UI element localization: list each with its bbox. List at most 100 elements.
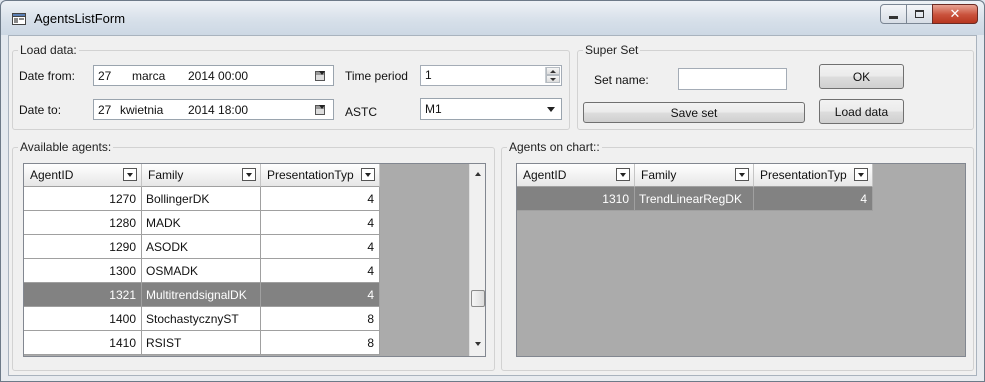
date-from-dropdown[interactable] — [309, 68, 331, 83]
date-from-year-time: 2014 00:00 — [188, 69, 249, 83]
time-period-value: 1 — [425, 68, 432, 82]
agent-id-cell: 1410 — [24, 331, 142, 355]
spin-up-button[interactable] — [546, 67, 560, 75]
title-bar[interactable]: AgentsListForm ✕ — [1, 1, 984, 35]
agents-on-chart-grid[interactable]: AgentID Family PresentationTyp 1310 Tren… — [516, 163, 966, 357]
agent-id-cell: 1270 — [24, 187, 142, 211]
agents-on-chart-group: Agents on chart:: AgentID Family Present… — [501, 140, 974, 371]
filter-dropdown-icon[interactable] — [123, 168, 137, 181]
column-header-family[interactable]: Family — [635, 164, 754, 187]
date-from-day: 27 — [98, 69, 112, 83]
agents-on-chart-group-title: Agents on chart:: — [507, 140, 602, 154]
available-agents-scrollbar[interactable] — [469, 164, 485, 356]
astc-select[interactable]: M1 — [420, 98, 562, 120]
astc-label: ASTC — [345, 105, 378, 119]
chevron-down-icon — [318, 105, 325, 109]
column-header-agentid[interactable]: AgentID — [24, 164, 142, 187]
load-data-group-title: Load data: — [18, 43, 79, 57]
chevron-down-icon — [318, 71, 325, 75]
filter-dropdown-icon[interactable] — [361, 168, 375, 181]
table-row-selected[interactable]: 1310 TrendLinearRegDK 4 — [517, 187, 873, 211]
presentation-type-cell: 4 — [261, 259, 380, 283]
date-to-label: Date to: — [19, 103, 62, 117]
agents-list-window: AgentsListForm ✕ Load data: Date from: 2… — [0, 0, 985, 382]
presentation-type-cell: 4 — [261, 187, 380, 211]
arrow-up-icon — [550, 69, 556, 73]
set-name-label: Set name: — [594, 73, 649, 87]
available-agents-group-title: Available agents: — [18, 140, 114, 154]
column-header-label: AgentID — [30, 168, 74, 182]
filter-dropdown-icon[interactable] — [854, 168, 868, 181]
family-cell: TrendLinearRegDK — [635, 187, 754, 211]
date-from-picker[interactable]: 27 marca 2014 00:00 — [93, 65, 334, 86]
family-cell: RSIST — [142, 331, 261, 355]
agent-id-cell: 1300 — [24, 259, 142, 283]
date-to-dropdown[interactable] — [309, 102, 331, 117]
spin-down-button[interactable] — [546, 75, 560, 83]
table-row[interactable]: 1280 MADK 4 — [24, 211, 380, 235]
column-header-presentationtype[interactable]: PresentationTyp — [261, 164, 380, 187]
date-from-label: Date from: — [19, 69, 76, 83]
time-period-spin[interactable] — [545, 67, 560, 83]
date-to-month: kwietnia — [120, 103, 164, 117]
agent-id-cell: 1280 — [24, 211, 142, 235]
agent-id-cell: 1400 — [24, 307, 142, 331]
load-data-group: Load data: Date from: 27 marca 2014 00:0… — [12, 43, 570, 130]
super-set-group-title: Super Set — [583, 43, 641, 57]
table-row[interactable]: 1300 OSMADK 4 — [24, 259, 380, 283]
column-header-family[interactable]: Family — [142, 164, 261, 187]
filter-dropdown-icon[interactable] — [616, 168, 630, 181]
close-icon: ✕ — [949, 6, 961, 21]
column-header-presentationtype[interactable]: PresentationTyp — [754, 164, 873, 187]
available-agents-header: AgentID Family PresentationTyp — [24, 164, 380, 187]
close-button[interactable]: ✕ — [932, 4, 978, 24]
scroll-up-icon[interactable] — [475, 172, 481, 176]
presentation-type-cell: 4 — [261, 235, 380, 259]
date-to-day: 27 — [98, 103, 112, 117]
family-cell: MultitrendsignalDK — [142, 283, 261, 307]
column-header-agentid[interactable]: AgentID — [517, 164, 635, 187]
save-set-button[interactable]: Save set — [583, 102, 805, 123]
scroll-thumb[interactable] — [471, 290, 485, 307]
agents-on-chart-header: AgentID Family PresentationTyp — [517, 164, 873, 187]
astc-value: M1 — [425, 102, 442, 116]
date-to-year-time: 2014 18:00 — [188, 103, 249, 117]
family-cell: BollingerDK — [142, 187, 261, 211]
table-row-selected[interactable]: 1321 MultitrendsignalDK 4 — [24, 283, 380, 307]
presentation-type-cell: 4 — [754, 187, 873, 211]
table-row[interactable]: 1400 StochastycznyST 8 — [24, 307, 380, 331]
filter-dropdown-icon[interactable] — [242, 168, 256, 181]
set-name-input[interactable] — [678, 68, 787, 90]
agent-id-cell: 1321 — [24, 283, 142, 307]
family-cell: MADK — [142, 211, 261, 235]
ok-button[interactable]: OK — [819, 64, 904, 89]
time-period-label: Time period — [345, 69, 408, 83]
maximize-button[interactable] — [906, 4, 933, 24]
date-from-month: marca — [132, 69, 166, 83]
form-client-area: Load data: Date from: 27 marca 2014 00:0… — [8, 35, 977, 376]
available-agents-group: Available agents: AgentID Family Present… — [12, 140, 495, 371]
table-row[interactable]: 1410 RSIST 8 — [24, 331, 380, 355]
load-data-button[interactable]: Load data — [819, 99, 904, 124]
filter-dropdown-icon[interactable] — [735, 168, 749, 181]
column-header-label: PresentationTyp — [267, 168, 354, 182]
table-row[interactable]: 1290 ASODK 4 — [24, 235, 380, 259]
super-set-group: Super Set Set name: Save set OK Load dat… — [577, 43, 974, 130]
family-cell: StochastycznyST — [142, 307, 261, 331]
minimize-icon — [889, 15, 898, 19]
presentation-type-cell: 8 — [261, 307, 380, 331]
presentation-type-cell: 4 — [261, 211, 380, 235]
column-header-label: Family — [641, 168, 677, 182]
window-title: AgentsListForm — [34, 11, 126, 26]
family-cell: ASODK — [142, 235, 261, 259]
scroll-down-icon[interactable] — [475, 342, 481, 346]
column-header-label: AgentID — [523, 168, 567, 182]
date-to-picker[interactable]: 27 kwietnia 2014 18:00 — [93, 99, 334, 120]
table-row[interactable]: 1270 BollingerDK 4 — [24, 187, 380, 211]
form-icon — [12, 13, 26, 25]
arrow-down-icon — [550, 77, 556, 81]
available-agents-grid[interactable]: AgentID Family PresentationTyp 1270 Boll… — [23, 163, 486, 357]
time-period-stepper[interactable]: 1 — [420, 65, 562, 86]
family-cell: OSMADK — [142, 259, 261, 283]
minimize-button[interactable] — [880, 4, 907, 24]
